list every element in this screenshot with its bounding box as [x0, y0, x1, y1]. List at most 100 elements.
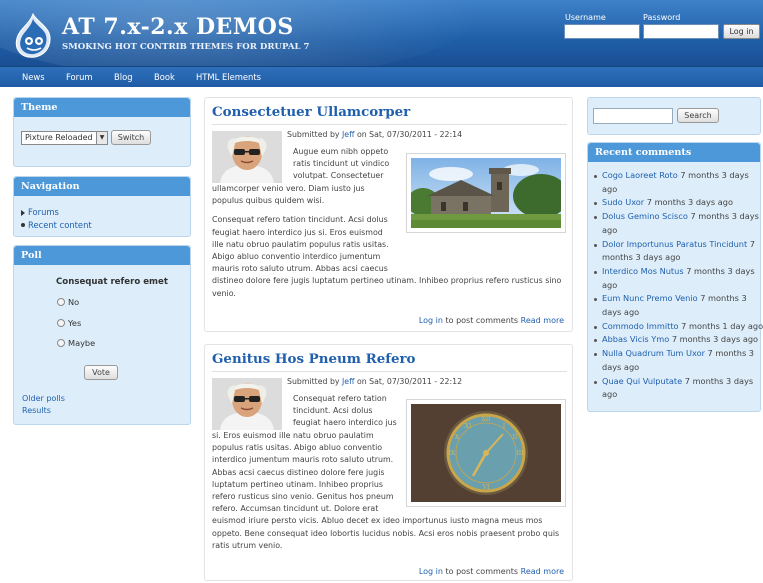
author-link[interactable]: Jeff [342, 377, 354, 386]
results-link[interactable]: Results [22, 406, 51, 415]
avatar-image [212, 131, 282, 183]
theme-select-value: Pixture Reloaded [25, 133, 93, 142]
older-polls-link[interactable]: Older polls [22, 394, 65, 403]
submitted-prefix: Submitted by [287, 130, 340, 139]
main-menu: News Forum Blog Book HTML Elements [0, 66, 763, 87]
avatar-image [212, 378, 282, 430]
node-links: Log in to post comments Read more [419, 567, 564, 576]
search-button[interactable]: Search [677, 108, 719, 123]
author-link[interactable]: Jeff [342, 130, 354, 139]
navigation-block: Navigation Forums Recent content [13, 176, 191, 237]
comment-link[interactable]: Dolus Gemino Scisco [602, 211, 688, 221]
comment-time: ago [602, 183, 618, 194]
nav-item-news[interactable]: News [22, 72, 45, 82]
bullet-icon [21, 223, 25, 227]
comment-line: ago [602, 280, 617, 290]
comment-link[interactable]: Abbas Vicis Ymo [602, 334, 669, 344]
comment-time: ago [602, 389, 618, 400]
sidebar-item-forums[interactable]: Forums [28, 207, 59, 217]
comment-line: Nulla Quadrum Tum Uxor 7 months 3 [602, 348, 754, 358]
node-title[interactable]: Genitus Hos Pneum Refero [212, 351, 416, 367]
poll-radio-maybe[interactable] [57, 339, 65, 347]
comment-link[interactable]: Interdico Mos Nutus [602, 266, 684, 276]
site-name[interactable]: AT 7.x-2.x DEMOS [62, 14, 294, 40]
recent-comments-title: Recent comments [588, 143, 760, 162]
site-header: AT 7.x-2.x DEMOS SMOKING HOT CONTRIB THE… [0, 0, 763, 66]
comment-time: 7 months 3 days [682, 375, 754, 386]
nav-item-blog[interactable]: Blog [114, 72, 133, 82]
search-input[interactable] [593, 108, 673, 124]
poll-radio-yes[interactable] [57, 319, 65, 327]
comment-line: days ago [602, 362, 639, 372]
password-input[interactable] [643, 24, 719, 39]
read-more-link[interactable]: Read more [521, 316, 564, 325]
password-label: Password [643, 13, 681, 22]
site-slogan: SMOKING HOT CONTRIB THEMES FOR DRUPAL 7 [62, 42, 310, 52]
login-link[interactable]: Log in [419, 567, 443, 576]
comment-time: 7 [747, 238, 755, 249]
comment-link[interactable]: Commodo Immitto [602, 321, 679, 331]
read-more-link[interactable]: Read more [521, 567, 564, 576]
comment-time: ago [602, 279, 618, 290]
theme-block: Theme Pixture Reloaded ▼ Switch [13, 97, 191, 167]
comment-line: Commodo Immitto 7 months 1 day ago [602, 321, 763, 331]
navigation-block-title: Navigation [14, 177, 190, 196]
comment-link[interactable]: Nulla Quadrum Tum Uxor [602, 348, 705, 358]
comment-line: Interdico Mos Nutus 7 months 3 days [602, 266, 755, 276]
node-body-continued: ullamcorper venio vero. Diam iusto jus p… [212, 184, 562, 298]
comment-time: 7 months 3 [704, 348, 755, 359]
poll-option-maybe: Maybe [68, 338, 96, 348]
node-body-continued: si. Eros euismod ille natu obruo paulati… [212, 431, 560, 550]
poll-question: Consequat refero emet [56, 277, 168, 287]
node-title[interactable]: Consectetuer Ullamcorper [212, 104, 410, 120]
poll-radio-no[interactable] [57, 298, 65, 306]
theme-select[interactable]: Pixture Reloaded ▼ [21, 131, 108, 145]
nav-item-forum[interactable]: Forum [66, 72, 93, 82]
nav-item-book[interactable]: Book [154, 72, 175, 82]
comment-link[interactable]: Cogo Laoreet Roto [602, 170, 678, 180]
comment-link[interactable]: Sudo Uxor [602, 197, 644, 207]
comment-link[interactable]: Eum Nunc Premo Venio [602, 293, 698, 303]
author-avatar [212, 378, 282, 430]
poll-block: Poll Consequat refero emet No Yes Maybe … [13, 245, 191, 425]
comment-line: Eum Nunc Premo Venio 7 months 3 [602, 293, 747, 303]
drupal-logo-icon[interactable] [13, 13, 53, 59]
submitted-info: Submitted by Jeff on Sat, 07/30/2011 - 2… [287, 377, 462, 386]
username-label: Username [565, 13, 606, 22]
poll-option-yes: Yes [68, 318, 82, 328]
submitted-date: on Sat, 07/30/2011 - 22:14 [356, 130, 463, 139]
bullet-icon [594, 243, 597, 247]
submitted-prefix: Submitted by [287, 377, 340, 386]
comment-time: days ago [602, 307, 640, 317]
username-input[interactable] [564, 24, 640, 39]
vote-button[interactable]: Vote [84, 365, 118, 380]
sidebar-item-recent-content[interactable]: Recent content [28, 220, 92, 230]
chevron-down-icon[interactable]: ▼ [96, 132, 107, 144]
comment-time: 7 months 1 day ago [678, 320, 763, 331]
submitted-date: on Sat, 07/30/2011 - 22:12 [356, 377, 463, 386]
theme-block-title: Theme [14, 98, 190, 117]
comment-line: days ago [602, 307, 639, 317]
comment-time: months 3 days ago [602, 252, 681, 263]
comment-line: ago [602, 225, 617, 235]
submitted-info: Submitted by Jeff on Sat, 07/30/2011 - 2… [287, 130, 462, 139]
bullet-icon [594, 270, 597, 274]
comment-line: Abbas Vicis Ymo 7 months 3 days ago [602, 334, 758, 344]
login-link[interactable]: Log in [419, 316, 443, 325]
comment-line: months 3 days ago [602, 252, 680, 262]
switch-button[interactable]: Switch [111, 130, 151, 145]
nav-item-html-elements[interactable]: HTML Elements [196, 72, 261, 82]
comment-link[interactable]: Dolor Importunus Paratus Tincidunt [602, 239, 747, 249]
author-avatar [212, 131, 282, 183]
comment-time: 7 months 3 days ago [669, 334, 759, 345]
comment-line: Dolor Importunus Paratus Tincidunt 7 [602, 239, 755, 249]
comment-time: ago [602, 224, 618, 235]
comment-time: 7 months 3 days [687, 211, 759, 222]
divider [212, 124, 567, 125]
login-suffix: to post comments [445, 567, 519, 576]
comment-link[interactable]: Quae Qui Vulputate [602, 376, 682, 386]
poll-block-title: Poll [14, 246, 190, 265]
comment-line: Cogo Laoreet Roto 7 months 3 days [602, 170, 749, 180]
article-node: Genitus Hos Pneum Refero Submitted by Je… [204, 344, 573, 581]
login-button[interactable]: Log in [723, 24, 760, 39]
